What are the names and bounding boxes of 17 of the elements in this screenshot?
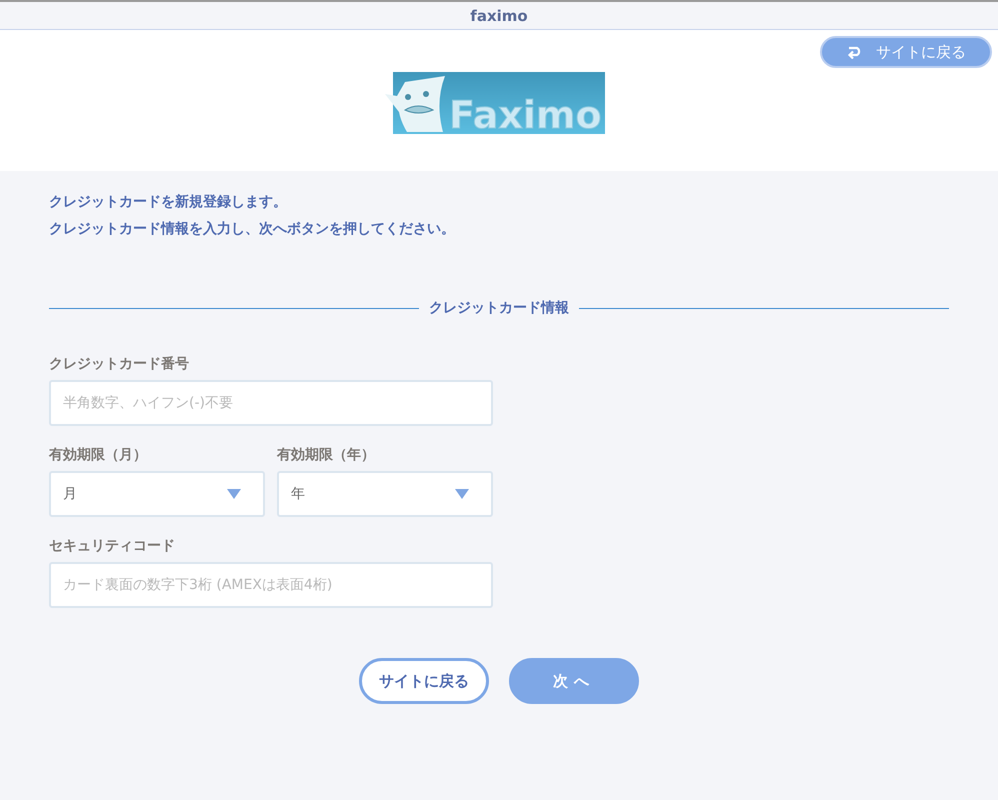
intro-text: クレジットカードを新規登録します。 bbox=[49, 193, 288, 211]
dropdown[interactable]: 年 bbox=[277, 471, 493, 517]
field-label: セキュリティコード bbox=[49, 537, 176, 555]
window-title: faximo bbox=[470, 6, 528, 24]
input-field[interactable]: カード裏面の数字下3桁 (AMEXは表面4桁) bbox=[49, 562, 493, 608]
logo: Faximo bbox=[383, 72, 607, 136]
dropdown-arrow-icon bbox=[227, 489, 241, 499]
section-title: クレジットカード情報 bbox=[429, 299, 569, 317]
return-arrow-icon bbox=[846, 45, 862, 59]
dropdown[interactable]: 月 bbox=[49, 471, 265, 517]
field-label: 有効期限（年） bbox=[277, 446, 376, 464]
dropdown-arrow-icon bbox=[455, 489, 469, 499]
back-button[interactable]: サイトに戻る bbox=[359, 658, 489, 704]
input-field[interactable]: 半角数字、ハイフン(-)不要 bbox=[49, 380, 493, 426]
intro-text: クレジットカード情報を入力し、次へボタンを押してください。 bbox=[49, 220, 456, 238]
field-label: 有効期限（月） bbox=[49, 446, 148, 464]
field-label: クレジットカード番号 bbox=[49, 355, 190, 373]
